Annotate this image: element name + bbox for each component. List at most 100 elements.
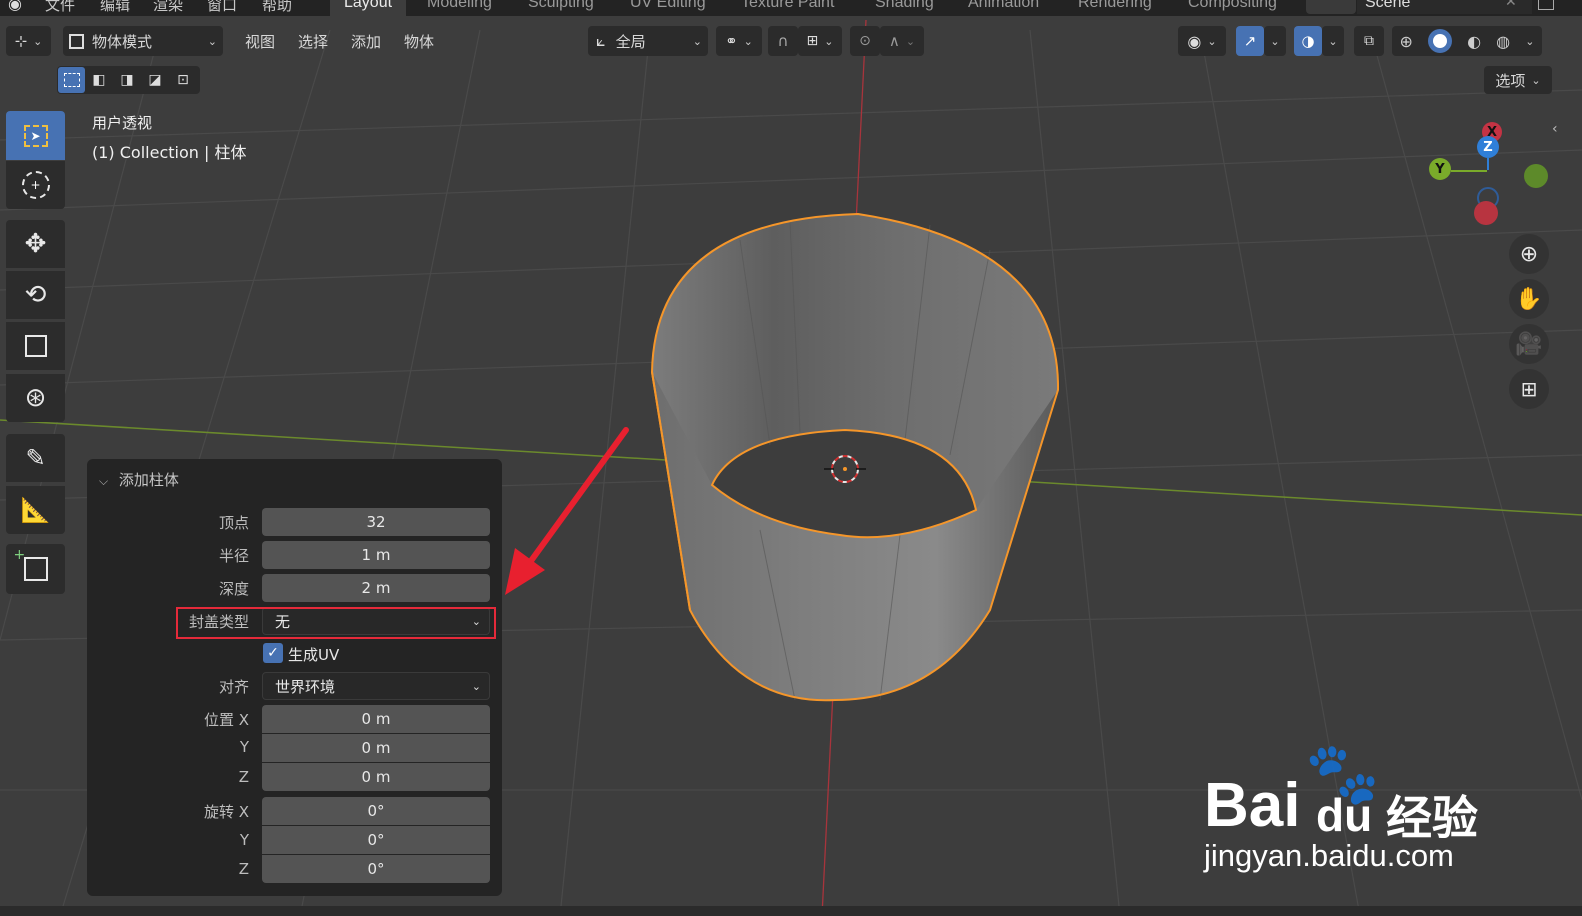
camera-view-button[interactable]: 🎥 (1509, 324, 1549, 364)
visibility-button[interactable]: ◉ ⌄ (1178, 26, 1226, 56)
gizmo-menu[interactable]: ⌄ (1264, 26, 1286, 56)
transform-icon: ⊛ (24, 383, 47, 413)
snap-target-button[interactable]: ⊞ ⌄ (798, 26, 842, 56)
blender-logo-icon[interactable]: ◉ (8, 0, 22, 13)
vertices-label: 顶点 (218, 514, 249, 532)
sidebar-toggle-icon[interactable]: ‹ (1552, 121, 1558, 137)
xray-toggle[interactable]: ⧉ (1354, 26, 1384, 56)
rotation-x-field[interactable]: 0° (262, 797, 490, 825)
panel-header[interactable]: ⌵ 添加柱体 (99, 469, 179, 490)
snap-toggle[interactable]: ∩ (768, 26, 798, 56)
generate-uv-checkbox[interactable]: ✓ (263, 643, 283, 663)
workspace-bar: ◉ 文件 编辑 渲染 窗口 帮助 Layout Modeling Sculpti… (0, 0, 1582, 16)
chevron-down-icon[interactable]: ⌄ (1525, 35, 1534, 48)
close-scene-icon[interactable]: ✕ (1505, 0, 1517, 10)
select-intersect-icon[interactable]: ⊡ (169, 72, 197, 88)
zoom-icon: ⊕ (1519, 241, 1539, 267)
bottom-edge (0, 906, 1582, 916)
gizmo-x-positive[interactable] (1474, 201, 1498, 225)
tool-select-box[interactable]: ➤ (6, 111, 65, 160)
solid-shading-icon[interactable] (1428, 29, 1453, 53)
grid-perspective-icon: ⊞ (1520, 377, 1538, 401)
zoom-button[interactable]: ⊕ (1509, 234, 1549, 274)
rotation-x-value: 0° (367, 802, 385, 820)
depth-field[interactable]: 2 m (262, 574, 490, 602)
tool-add-cube[interactable]: + (6, 544, 65, 594)
pivot-point-button[interactable]: ⚭ ⌄ (716, 26, 762, 56)
tab-rendering[interactable]: Rendering (1078, 0, 1152, 12)
gizmo-toggle[interactable]: ↗ (1236, 26, 1264, 56)
wireframe-shading-icon[interactable]: ⊕ (1400, 32, 1413, 51)
location-z-label: Z (238, 768, 249, 786)
editor-type-button[interactable]: ⊹ ⌄ (6, 26, 51, 56)
tool-transform[interactable]: ⊛ (6, 374, 65, 422)
gizmo-icon: ↗ (1243, 32, 1257, 50)
material-shading-icon[interactable]: ◐ (1467, 32, 1481, 51)
checkmark-icon: ✓ (267, 645, 279, 661)
falloff-button[interactable]: ∧ ⌄ (880, 26, 924, 56)
mode-selector[interactable]: 物体模式 ⌄ (63, 26, 223, 56)
vertices-field[interactable]: 32 (262, 508, 490, 536)
overlays-toggle[interactable]: ◑ (1294, 26, 1322, 56)
overlays-menu[interactable]: ⌄ (1322, 26, 1344, 56)
tool-cursor[interactable]: + (6, 161, 65, 209)
radius-field[interactable]: 1 m (262, 541, 490, 569)
proportional-edit-toggle[interactable]: ⊙ (850, 26, 880, 56)
tool-measure[interactable]: 📐 (6, 486, 65, 534)
tab-uv-editing[interactable]: UV Editing (630, 0, 706, 12)
gizmo-y-negative[interactable] (1524, 164, 1548, 188)
menu-render[interactable]: 渲染 (153, 0, 183, 15)
menu-select[interactable]: 选择 (298, 31, 328, 52)
tool-move[interactable]: ✥ (6, 220, 65, 268)
scene-selector[interactable] (1306, 0, 1356, 14)
tab-animation[interactable]: Animation (968, 0, 1039, 12)
scale-icon (24, 335, 47, 357)
options-dropdown[interactable]: 选项 ⌄ (1484, 66, 1552, 94)
menu-edit[interactable]: 编辑 (100, 0, 130, 15)
collapse-chevron-icon: ⌵ (99, 474, 109, 488)
options-label: 选项 (1495, 71, 1526, 90)
falloff-curve-icon: ∧ (888, 32, 900, 50)
tool-rotate[interactable]: ⟲ (6, 271, 65, 319)
gizmo-z-axis[interactable]: Z (1477, 136, 1499, 158)
select-new-icon[interactable] (58, 67, 85, 93)
chevron-down-icon: ⌄ (692, 34, 702, 48)
menu-view[interactable]: 视图 (245, 31, 275, 52)
generate-uv-label: 生成UV (288, 646, 340, 664)
radius-label: 半径 (218, 547, 249, 565)
menu-object[interactable]: 物体 (404, 31, 434, 52)
tab-shading[interactable]: Shading (875, 0, 934, 12)
new-scene-icon[interactable] (1538, 0, 1554, 10)
gizmo-y-axis[interactable]: Y (1429, 158, 1451, 180)
orientation-selector[interactable]: ⟀ 全局 ⌄ (588, 26, 708, 56)
menu-file[interactable]: 文件 (45, 0, 75, 15)
select-subtract-icon[interactable]: ◨ (113, 72, 141, 88)
tab-texture-paint[interactable]: Texture Paint (741, 0, 834, 12)
perspective-toggle-button[interactable]: ⊞ (1509, 369, 1549, 409)
chevron-down-icon: ⌄ (207, 34, 217, 48)
select-difference-icon[interactable]: ◪ (141, 72, 169, 88)
object-mode-icon (69, 33, 84, 49)
rotation-y-field[interactable]: 0° (262, 826, 490, 854)
menu-add[interactable]: 添加 (351, 31, 381, 52)
location-y-field[interactable]: 0 m (262, 734, 490, 762)
tab-compositing[interactable]: Compositing (1188, 0, 1277, 12)
tab-sculpting[interactable]: Sculpting (528, 0, 594, 12)
menu-window[interactable]: 窗口 (207, 0, 237, 15)
tab-modeling[interactable]: Modeling (427, 0, 492, 12)
menu-help[interactable]: 帮助 (262, 0, 292, 15)
location-z-field[interactable]: 0 m (262, 763, 490, 791)
tool-scale[interactable] (6, 322, 65, 370)
pan-button[interactable]: ✋ (1509, 279, 1549, 319)
location-x-field[interactable]: 0 m (262, 705, 490, 733)
baidu-watermark: 🐾 Bai du 经验 jingyan.baidu.com (1200, 739, 1500, 880)
tool-annotate[interactable]: ✎ (6, 434, 65, 482)
move-icon: ✥ (24, 229, 47, 259)
align-dropdown[interactable]: 世界环境 ⌄ (262, 672, 490, 700)
tab-layout[interactable]: Layout (330, 0, 407, 16)
rendered-shading-icon[interactable]: ◍ (1496, 32, 1510, 51)
rotation-z-field[interactable]: 0° (262, 855, 490, 883)
rotate-icon: ⟲ (24, 280, 47, 310)
select-extend-icon[interactable]: ◧ (85, 72, 113, 88)
gizmo-z-label: Z (1483, 139, 1493, 155)
